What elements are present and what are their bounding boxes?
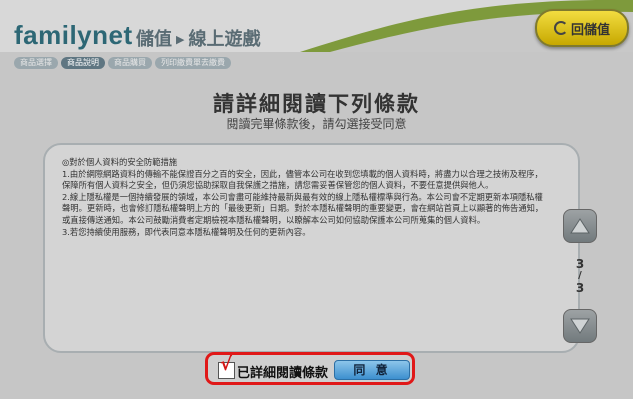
terms-pager: 3 / 3: [563, 209, 599, 343]
breadcrumb-item-topup: 儲值: [136, 29, 172, 50]
back-to-topup-button[interactable]: 回儲值: [535, 9, 629, 47]
page-indicator: 3 / 3: [561, 243, 599, 309]
page-title: 請詳細閱讀下列條款: [213, 92, 420, 116]
breadcrumb-arrow-icon: ▶: [176, 33, 185, 46]
agree-button[interactable]: 同 意: [334, 360, 410, 380]
page-subtitle: 閱讀完畢條款後，請勾選接受同意: [226, 117, 407, 131]
step-print-payment-slip: 列印繳費單去繳費: [155, 57, 231, 69]
page-total: 3: [575, 281, 585, 295]
terms-paragraph-2: 2.線上隱私權是一個持續發展的領域，本公司會盡可能維持最新與最有效的線上隱私權標…: [62, 191, 544, 225]
return-arrow-icon: [553, 21, 568, 35]
agree-label: 已詳細閱讀條款: [237, 366, 329, 381]
agree-checkbox[interactable]: √: [218, 354, 235, 379]
page-down-button[interactable]: [563, 309, 597, 343]
step-indicator: 商品選擇 商品說明 商品購買 列印繳費單去繳費: [14, 57, 234, 69]
step-product-select: 商品選擇: [14, 57, 58, 69]
step-product-purchase: 商品購買: [108, 57, 152, 69]
terms-paragraph-1: 1.由於網際網路資料的傳輸不能保證百分之百的安全，因此，儘管本公司在收到您填載的…: [62, 168, 543, 191]
breadcrumb-item-online-games: 線上遊戲: [188, 29, 261, 50]
agree-section: √ 已詳細閱讀條款 同 意: [205, 352, 415, 385]
terms-panel[interactable]: ◎對於個人資料的安全防範措施 1.由於網際網路資料的傳輸不能保證百分之百的安全，…: [43, 143, 580, 353]
triangle-up-icon: [570, 218, 590, 234]
checkmark-icon: √: [220, 354, 233, 375]
back-to-topup-label: 回儲值: [570, 22, 610, 38]
header: familynet 儲值 ▶ 線上遊戲 回儲值: [0, 0, 633, 52]
step-product-description: 商品說明: [61, 57, 105, 69]
terms-text: ◎對於個人資料的安全防範措施 1.由於網際網路資料的傳輸不能保證百分之百的安全，…: [62, 157, 546, 238]
triangle-down-icon: [570, 318, 590, 334]
breadcrumb: 儲值 ▶ 線上遊戲: [136, 25, 260, 51]
page-up-button[interactable]: [563, 209, 597, 243]
page-separator: /: [578, 270, 582, 281]
terms-paragraph-3: 3.若您持續使用服務，即代表同意本隱私權聲明及任何的更新內容。: [62, 226, 311, 237]
page-current: 3: [575, 257, 585, 271]
brand-logo: familynet: [14, 20, 133, 50]
terms-heading: ◎對於個人資料的安全防範措施: [62, 157, 178, 167]
